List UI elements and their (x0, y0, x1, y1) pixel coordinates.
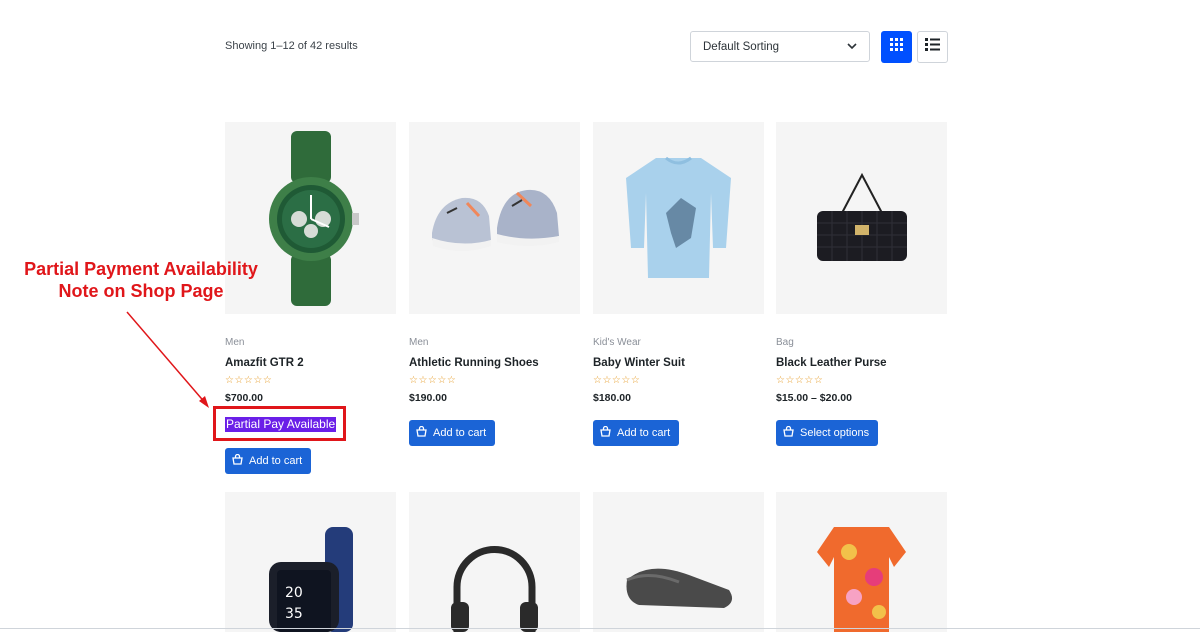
add-to-cart-label: Add to cart (249, 455, 303, 467)
product-category[interactable]: Kid's Wear (593, 337, 641, 348)
add-to-cart-label: Add to cart (433, 427, 487, 439)
product-image[interactable] (593, 492, 764, 632)
annotation-line-1: Partial Payment Availability (24, 259, 258, 279)
product-category[interactable]: Bag (776, 337, 794, 348)
add-to-cart-button[interactable]: Add to cart (593, 420, 680, 446)
product-title[interactable]: Amazfit GTR 2 (225, 357, 304, 369)
sort-select[interactable]: Default Sorting (690, 31, 870, 62)
cart-basket-icon (416, 425, 427, 440)
svg-text:20: 20 (285, 585, 303, 601)
product-price: $190.00 (409, 392, 447, 404)
product-price: $180.00 (593, 392, 631, 404)
sort-select-value: Default Sorting (703, 40, 780, 53)
product-image[interactable]: 20 35 (225, 492, 396, 632)
svg-text:35: 35 (285, 606, 303, 622)
product-image[interactable] (776, 492, 947, 632)
product-card (776, 492, 947, 632)
product-image[interactable] (409, 492, 580, 632)
list-view-icon (925, 38, 940, 56)
product-card (409, 492, 580, 632)
product-card (593, 492, 764, 632)
product-image[interactable] (409, 122, 580, 314)
list-view-button[interactable] (917, 31, 948, 63)
grid-view-button[interactable] (881, 31, 912, 63)
product-category[interactable]: Men (225, 337, 244, 348)
star-rating: ☆☆☆☆☆ (409, 375, 457, 386)
star-rating: ☆☆☆☆☆ (776, 375, 824, 386)
product-card: Men Athletic Running Shoes ☆☆☆☆☆ $190.00… (409, 122, 580, 446)
star-rating: ☆☆☆☆☆ (593, 375, 641, 386)
product-category[interactable]: Men (409, 337, 428, 348)
annotation-line-2: Note on Shop Page (58, 281, 224, 301)
select-options-button[interactable]: Select options (776, 420, 879, 446)
product-card: Kid's Wear Baby Winter Suit ☆☆☆☆☆ $180.0… (593, 122, 764, 446)
annotation-callout: Partial Payment Availability Note on Sho… (0, 258, 282, 302)
results-count: Showing 1–12 of 42 results (225, 40, 358, 52)
star-rating: ☆☆☆☆☆ (225, 375, 273, 386)
product-title[interactable]: Black Leather Purse (776, 357, 887, 369)
product-title[interactable]: Baby Winter Suit (593, 357, 685, 369)
select-options-label: Select options (800, 427, 870, 439)
cart-basket-icon (232, 453, 243, 468)
add-to-cart-label: Add to cart (617, 427, 671, 439)
add-to-cart-button[interactable]: Add to cart (409, 420, 496, 446)
cart-basket-icon (600, 425, 611, 440)
highlight-box (213, 406, 346, 441)
add-to-cart-button[interactable]: Add to cart (225, 448, 312, 474)
chevron-down-icon (847, 41, 857, 53)
product-price: $15.00 – $20.00 (776, 392, 852, 404)
product-price: $700.00 (225, 392, 263, 404)
cart-basket-icon (783, 425, 794, 440)
product-image[interactable] (593, 122, 764, 314)
grid-view-icon (890, 38, 903, 56)
product-card: Bag Black Leather Purse ☆☆☆☆☆ $15.00 – $… (776, 122, 947, 446)
product-title[interactable]: Athletic Running Shoes (409, 357, 539, 369)
product-card: 20 35 (225, 492, 396, 632)
divider (0, 628, 1200, 629)
product-image[interactable] (776, 122, 947, 314)
